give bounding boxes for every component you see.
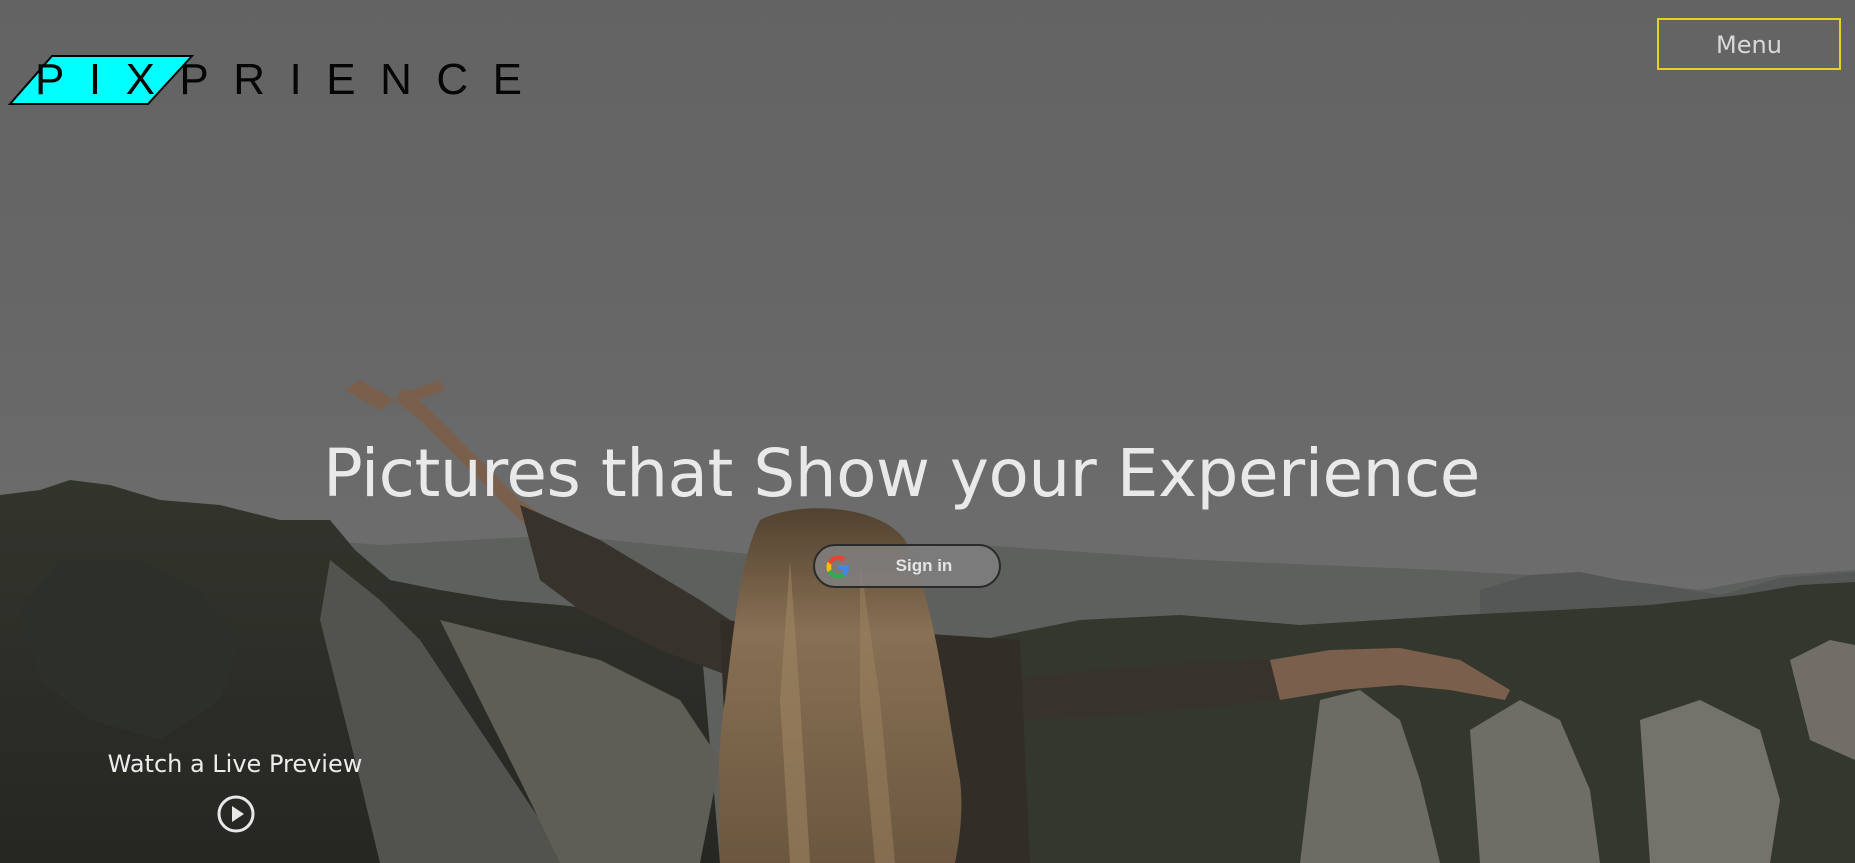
google-signin-button[interactable]: Sign in	[813, 544, 1001, 588]
watch-preview-link[interactable]: Watch a Live Preview	[104, 745, 366, 845]
hero-photo	[0, 0, 1855, 863]
brand-name: PIXPRIENCE	[35, 55, 547, 104]
play-circle-icon[interactable]	[216, 794, 256, 834]
watch-preview-label: Watch a Live Preview	[107, 750, 363, 778]
menu-button[interactable]: Menu	[1657, 18, 1841, 70]
google-g-icon	[826, 555, 849, 579]
hero-headline: Pictures that Show your Experience	[323, 435, 1480, 512]
hero-background	[0, 0, 1855, 863]
brand-logo[interactable]: PIXPRIENCE	[8, 54, 522, 108]
signin-label: Sign in	[895, 556, 953, 575]
